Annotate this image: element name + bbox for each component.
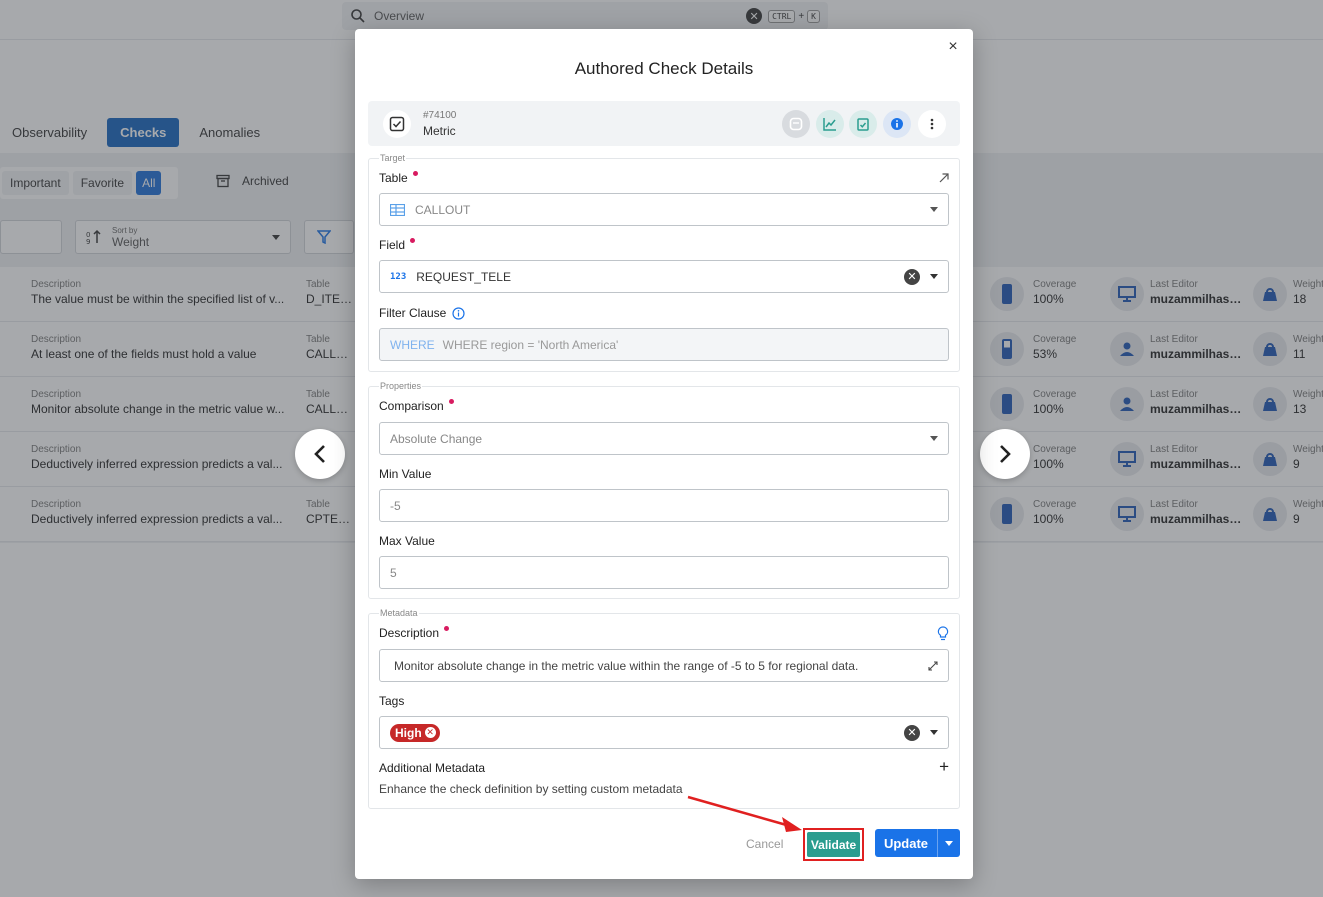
description-input[interactable]: Monitor absolute change in the metric va… xyxy=(379,649,949,682)
target-section: Target Table CALLOUT Field 123 REQUEST_T… xyxy=(368,153,960,372)
authored-check-modal: × Authored Check Details #74100 Metric T… xyxy=(355,29,973,879)
update-options-button[interactable] xyxy=(937,829,960,857)
info-button[interactable] xyxy=(883,110,911,138)
chevron-down-icon xyxy=(945,840,953,846)
comparison-value: Absolute Change xyxy=(390,431,483,446)
check-type: Metric xyxy=(423,124,456,138)
info-icon xyxy=(891,118,903,130)
max-value: 5 xyxy=(390,565,397,580)
clear-tags-icon[interactable]: ✕ xyxy=(904,724,920,741)
chevron-right-icon xyxy=(1000,445,1011,463)
table-field-label: Table xyxy=(379,170,418,185)
description-value: Monitor absolute change in the metric va… xyxy=(394,658,859,673)
properties-section: Properties Comparison Absolute Change Mi… xyxy=(368,381,960,599)
chevron-down-icon xyxy=(930,207,938,212)
field-select-value: REQUEST_TELE xyxy=(416,269,511,284)
lightbulb-icon[interactable] xyxy=(937,626,949,641)
validate-highlight: Validate xyxy=(803,828,864,861)
field-field-label: Field xyxy=(379,237,416,252)
filter-clause-label: Filter Clause xyxy=(379,306,465,320)
remove-tag-icon[interactable]: ✕ xyxy=(424,727,436,738)
info-outline-icon[interactable] xyxy=(452,306,465,320)
min-value-label: Min Value xyxy=(379,467,432,481)
table-icon xyxy=(390,203,405,216)
comparison-select[interactable]: Absolute Change xyxy=(379,422,949,455)
metadata-legend: Metadata xyxy=(379,608,419,618)
more-options-button[interactable] xyxy=(918,110,946,138)
external-link-icon[interactable] xyxy=(939,173,949,183)
expand-icon[interactable] xyxy=(928,660,938,671)
tag-chip-high[interactable]: High ✕ xyxy=(390,723,440,742)
field-select[interactable]: 123 REQUEST_TELE ✕ xyxy=(379,260,949,293)
additional-metadata-label: Additional Metadata xyxy=(379,761,486,775)
clear-field-icon[interactable]: ✕ xyxy=(904,268,920,285)
min-value-input[interactable]: -5 xyxy=(379,489,949,522)
properties-legend: Properties xyxy=(379,381,423,391)
filter-clause-input[interactable]: WHERE WHERE region = 'North America' xyxy=(379,328,949,361)
close-icon[interactable]: × xyxy=(945,39,961,55)
activity-chart-button[interactable] xyxy=(816,110,844,138)
required-indicator xyxy=(444,625,450,631)
tags-select[interactable]: High ✕ ✕ xyxy=(379,716,949,749)
validate-button[interactable]: Validate xyxy=(807,832,860,857)
max-value-input[interactable]: 5 xyxy=(379,556,949,589)
check-header: #74100 Metric xyxy=(368,101,960,146)
required-indicator xyxy=(412,170,418,176)
next-check-button[interactable] xyxy=(980,429,1030,479)
metadata-section: Metadata Description Monitor absolute ch… xyxy=(368,608,960,809)
max-value-label: Max Value xyxy=(379,534,435,548)
chevron-left-icon xyxy=(314,445,325,463)
chevron-down-icon xyxy=(930,436,938,441)
min-value: -5 xyxy=(390,498,401,513)
required-indicator xyxy=(448,398,454,404)
check-id: #74100 xyxy=(423,110,457,121)
chevron-down-icon xyxy=(930,274,938,279)
modal-title: Authored Check Details xyxy=(574,59,754,78)
table-select[interactable]: CALLOUT xyxy=(379,193,949,226)
additional-metadata-hint: Enhance the check definition by setting … xyxy=(379,782,683,796)
note-icon xyxy=(789,117,803,131)
numeric-type-icon: 123 xyxy=(390,271,407,282)
tags-label: Tags xyxy=(379,694,405,708)
check-type-icon xyxy=(383,110,411,138)
chevron-down-icon xyxy=(930,730,938,735)
validation-button[interactable] xyxy=(849,110,877,138)
filter-clause-placeholder: WHERE region = 'North America' xyxy=(442,337,619,352)
modal-footer: Cancel Validate Update xyxy=(355,828,973,861)
add-metadata-icon[interactable]: + xyxy=(939,757,949,777)
line-chart-icon xyxy=(823,118,836,131)
update-button[interactable]: Update xyxy=(875,829,937,857)
required-indicator xyxy=(410,237,416,243)
notes-button[interactable] xyxy=(782,110,810,138)
target-legend: Target xyxy=(379,153,407,163)
clipboard-check-icon xyxy=(857,118,869,131)
where-prefix: WHERE xyxy=(390,337,435,352)
cancel-button[interactable]: Cancel xyxy=(746,837,783,851)
table-select-value: CALLOUT xyxy=(415,202,471,217)
comparison-label: Comparison xyxy=(379,398,454,413)
description-label: Description xyxy=(379,625,450,640)
previous-check-button[interactable] xyxy=(295,429,345,479)
more-vertical-icon xyxy=(930,118,934,130)
